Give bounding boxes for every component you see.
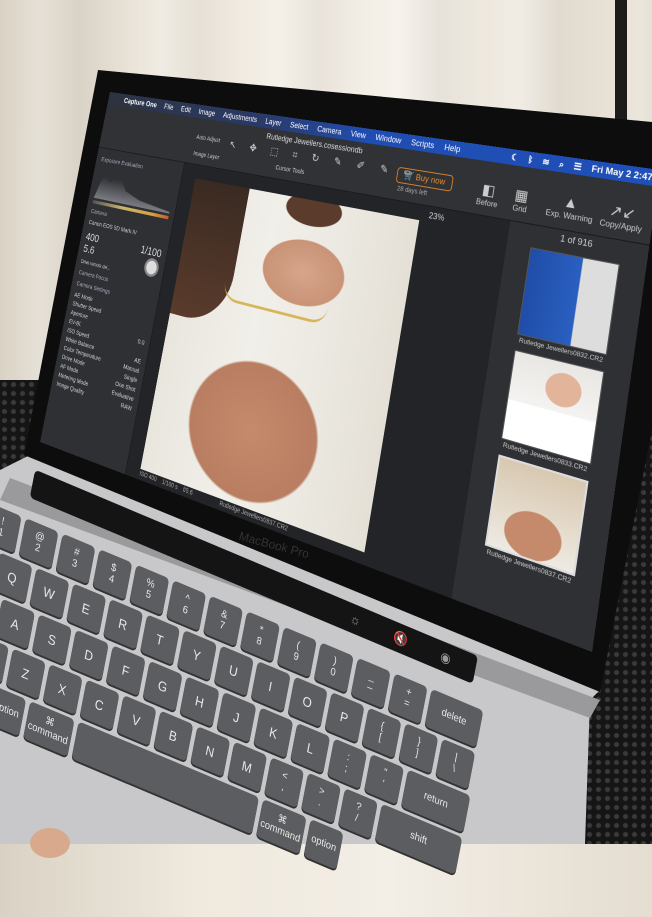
setting-value: RAW: [120, 401, 133, 413]
menu-file[interactable]: File: [164, 102, 175, 111]
info-aperture: f/5.6: [182, 486, 194, 497]
trial-text: 28 days left: [396, 185, 428, 198]
main-photo: [140, 178, 420, 553]
menu-window[interactable]: Window: [375, 133, 402, 146]
before-button[interactable]: ◧ Before: [475, 180, 500, 209]
moon-icon[interactable]: ☾: [510, 152, 520, 164]
setting-value: [147, 320, 148, 328]
auto-adjust-button[interactable]: Auto Adjust: [196, 134, 221, 144]
menu-image[interactable]: Image: [198, 107, 216, 118]
image-layer-select[interactable]: Image Layer: [193, 151, 220, 161]
menu-help[interactable]: Help: [444, 142, 462, 154]
thumbnail[interactable]: Rutledge Jewellers0833.CR2: [500, 349, 605, 475]
necklace: [222, 282, 329, 326]
bluetooth-icon[interactable]: ᛒ: [527, 154, 534, 166]
exposure-evaluation-title[interactable]: Exposure Evaluation: [101, 155, 178, 176]
spotlight-icon[interactable]: ⌕: [558, 158, 565, 170]
touchbar-control-icon[interactable]: ☼: [349, 610, 362, 629]
cursor-tools-label: Cursor Tools: [274, 164, 305, 176]
setting-value: [142, 348, 143, 356]
setting-value: AE: [133, 355, 142, 366]
exp-warning-button[interactable]: ▲ Exp. Warning: [545, 191, 596, 225]
camera-settings-list: AE Mode Shutter Speed Aperture EV-Bl. 0.0 ISO…: [56, 291, 150, 413]
copy-apply-button[interactable]: ↗↙ Copy/Apply: [599, 199, 645, 235]
zoom-level[interactable]: 23%: [428, 210, 445, 222]
setting-value: 0.0: [136, 337, 146, 347]
menu-camera[interactable]: Camera: [317, 124, 343, 136]
control-center-icon[interactable]: ☰: [573, 160, 582, 172]
thumbnail[interactable]: Rutledge Jewellers0832.CR2: [516, 247, 620, 365]
menu-scripts[interactable]: Scripts: [410, 138, 435, 151]
grid-label: Grid: [511, 203, 528, 215]
hand: [30, 828, 70, 858]
wifi-icon[interactable]: ≋: [542, 156, 551, 168]
menu-view[interactable]: View: [350, 129, 367, 140]
buy-now-label: Buy now: [415, 172, 446, 187]
touchbar-control-icon[interactable]: 🔇: [392, 628, 409, 650]
touchbar-control-icon[interactable]: ◉: [439, 647, 452, 667]
grid-button[interactable]: ▦ Grid: [512, 186, 530, 215]
thumbnail-selected[interactable]: Rutledge Jewellers0837.CR2: [483, 454, 589, 586]
menu-edit[interactable]: Edit: [180, 105, 191, 115]
grid-icon: ▦: [513, 186, 530, 206]
menu-select[interactable]: Select: [289, 120, 309, 131]
setting-value: [149, 311, 150, 319]
setting-value: [145, 330, 146, 338]
menu-layer[interactable]: Layer: [265, 117, 283, 128]
